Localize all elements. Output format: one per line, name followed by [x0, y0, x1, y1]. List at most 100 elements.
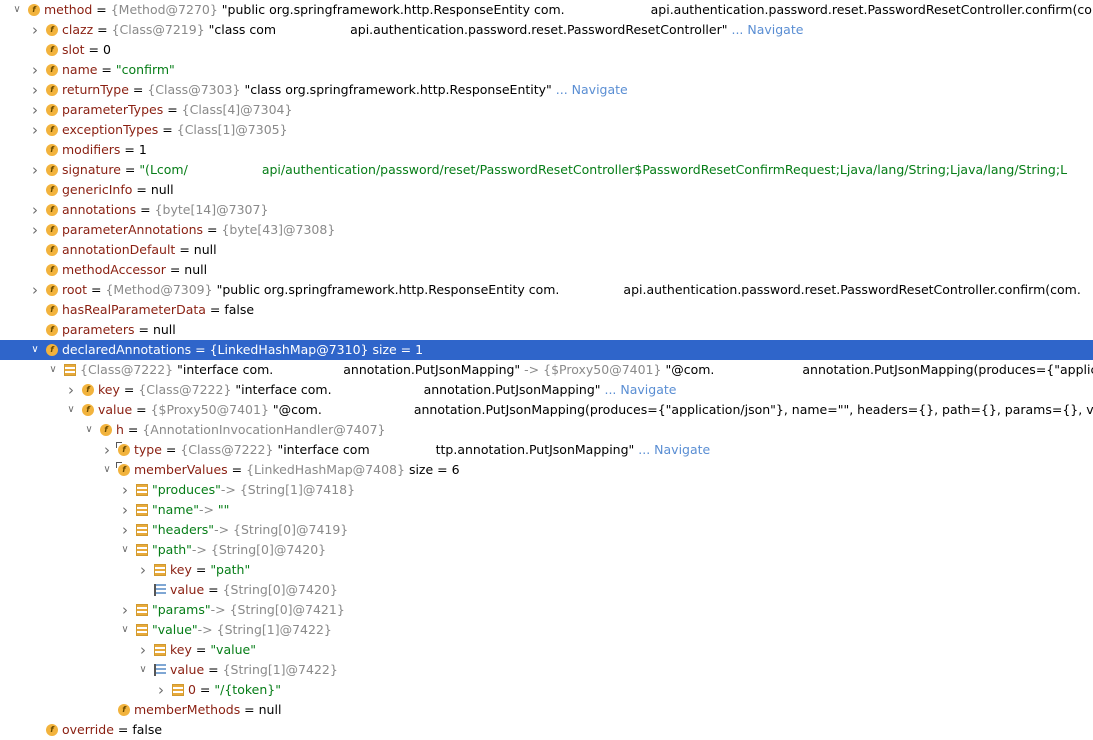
map-entry-icon: [136, 484, 148, 496]
tree-row[interactable]: f methodAccessor = null: [0, 260, 1093, 280]
chevron-right-icon[interactable]: ›: [28, 160, 42, 180]
chevron-right-icon[interactable]: ›: [118, 500, 132, 520]
arrow: ->: [198, 502, 214, 517]
chevron-right-icon[interactable]: ›: [28, 120, 42, 140]
chevron-down-icon[interactable]: ∨: [46, 360, 60, 380]
var-name: annotationDefault: [62, 242, 176, 257]
var-name: key: [170, 562, 192, 577]
redacted: [369, 440, 436, 460]
chevron-right-icon[interactable]: ›: [28, 100, 42, 120]
tree-row[interactable]: › f returnType = {Class@7303} "class org.s…: [0, 80, 1093, 100]
chevron-right-icon[interactable]: ›: [100, 440, 114, 460]
tree-row[interactable]: › f type = {Class@7222} "interface com ttp…: [0, 440, 1093, 460]
tree-row[interactable]: ∨ "path"-> {String[0]@7420}: [0, 540, 1093, 560]
chevron-down-icon[interactable]: ∨: [100, 460, 114, 480]
tree-row[interactable]: › f name = "confirm": [0, 60, 1093, 80]
tree-row[interactable]: f modifiers = 1: [0, 140, 1093, 160]
tree-row[interactable]: f parameters = null: [0, 320, 1093, 340]
chevron-down-icon[interactable]: ∨: [10, 0, 24, 20]
field-icon: f: [46, 264, 58, 276]
tree-row[interactable]: › f parameterTypes = {Class[4]@7304}: [0, 100, 1093, 120]
chevron-down-icon[interactable]: ∨: [64, 400, 78, 420]
chevron-down-icon[interactable]: ∨: [136, 660, 150, 680]
var-name: memberMethods: [134, 702, 241, 717]
size-label: size = 6: [408, 462, 460, 477]
tree-row[interactable]: › "params"-> {String[0]@7421}: [0, 600, 1093, 620]
tree-row[interactable]: › f key = {Class@7222} "interface com. ann…: [0, 380, 1093, 400]
tree-row[interactable]: f annotationDefault = null: [0, 240, 1093, 260]
field-icon: f: [28, 4, 40, 16]
tree-row[interactable]: › f annotations = {byte[14]@7307}: [0, 200, 1093, 220]
arrow: ->: [214, 522, 230, 537]
chevron-right-icon[interactable]: ›: [28, 80, 42, 100]
chevron-right-icon[interactable]: ›: [118, 520, 132, 540]
tree-row[interactable]: › f clazz = {Class@7219} "class com api.au…: [0, 20, 1093, 40]
navigate-link[interactable]: ... Navigate: [604, 382, 676, 397]
var-value: api.authentication.password.reset.Passwo…: [623, 282, 1081, 297]
var-value: "public org.springframework.http.Respons…: [221, 2, 565, 17]
field-icon: f: [46, 184, 58, 196]
chevron-right-icon[interactable]: ›: [28, 60, 42, 80]
tree-row[interactable]: f slot = 0: [0, 40, 1093, 60]
chevron-right-icon[interactable]: ›: [118, 600, 132, 620]
tree-row[interactable]: › f signature = "(Lcom/ api/authentication…: [0, 160, 1093, 180]
tree-row[interactable]: ∨ f memberValues = {LinkedHashMap@7408} si…: [0, 460, 1093, 480]
tree-row[interactable]: › f exceptionTypes = {Class[1]@7305}: [0, 120, 1093, 140]
var-ref: {LinkedHashMap@7310}: [209, 342, 369, 357]
navigate-link[interactable]: ... Navigate: [731, 22, 803, 37]
var-ref: {String[1]@7422}: [222, 662, 338, 677]
navigate-link[interactable]: ... Navigate: [638, 442, 710, 457]
tree-row[interactable]: ∨ f h = {AnnotationInvocationHandler@7407}: [0, 420, 1093, 440]
tree-row[interactable]: ∨ "value"-> {String[1]@7422}: [0, 620, 1093, 640]
chevron-right-icon[interactable]: ›: [28, 20, 42, 40]
tree-row[interactable]: f genericInfo = null: [0, 180, 1093, 200]
var-value: "@com.: [272, 402, 322, 417]
field-icon: f: [46, 44, 58, 56]
chevron-right-icon[interactable]: ›: [154, 680, 168, 700]
tree-row[interactable]: ∨ value = {String[1]@7422}: [0, 660, 1093, 680]
tree-row[interactable]: › f root = {Method@7309} "public org.sprin…: [0, 280, 1093, 300]
tree-row[interactable]: › f parameterAnnotations = {byte[43]@7308}: [0, 220, 1093, 240]
tree-row[interactable]: › "headers"-> {String[0]@7419}: [0, 520, 1093, 540]
debugger-variables-tree[interactable]: ∨ f method = {Method@7270} "public org.spr…: [0, 0, 1093, 740]
equals-sign: =: [93, 22, 112, 37]
chevron-right-icon[interactable]: ›: [136, 640, 150, 660]
chevron-down-icon[interactable]: ∨: [82, 420, 96, 440]
chevron-right-icon[interactable]: ›: [28, 200, 42, 220]
tree-row[interactable]: ∨ f value = {$Proxy50@7401} "@com. annotat…: [0, 400, 1093, 420]
chevron-down-icon[interactable]: ∨: [28, 340, 42, 360]
chevron-down-icon[interactable]: ∨: [118, 620, 132, 640]
tree-row[interactable]: ∨ f method = {Method@7270} "public org.spr…: [0, 0, 1093, 20]
chevron-right-icon[interactable]: ›: [28, 280, 42, 300]
equals-sign: =: [123, 422, 143, 437]
chevron-right-icon[interactable]: ›: [118, 480, 132, 500]
field-icon: f: [46, 164, 58, 176]
equals-sign: =: [227, 462, 247, 477]
chevron-right-icon[interactable]: ›: [136, 560, 150, 580]
tree-row[interactable]: f memberMethods = null: [0, 700, 1093, 720]
var-value: annotation.PutJsonMapping": [343, 362, 521, 377]
chevron-right-icon[interactable]: ›: [28, 220, 42, 240]
tree-row[interactable]: ∨ {Class@7222} "interface com. annotation…: [0, 360, 1093, 380]
tree-row[interactable]: f hasRealParameterData = false: [0, 300, 1093, 320]
tree-row[interactable]: › "name"-> "": [0, 500, 1093, 520]
map-entry-icon: [64, 364, 76, 376]
navigate-link[interactable]: ... Navigate: [556, 82, 628, 97]
var-name: h: [116, 422, 124, 437]
chevron-right-icon[interactable]: ›: [64, 380, 78, 400]
var-ref: {Class@7222}: [138, 382, 232, 397]
tree-row[interactable]: › key = "value": [0, 640, 1093, 660]
tree-row[interactable]: › "produces"-> {String[1]@7418}: [0, 480, 1093, 500]
tree-row[interactable]: ∨ f declaredAnnotations = {LinkedHashMap@7…: [0, 340, 1093, 360]
var-name: override: [62, 722, 114, 737]
tree-row[interactable]: f override = false: [0, 720, 1093, 740]
field-icon: f: [46, 104, 58, 116]
equals-sign: =: [87, 282, 106, 297]
map-entry-icon: [172, 684, 184, 696]
chevron-down-icon[interactable]: ∨: [118, 540, 132, 560]
tree-row[interactable]: › key = "path": [0, 560, 1093, 580]
tree-row[interactable]: › 0 = "/{token}": [0, 680, 1093, 700]
tree-row[interactable]: value = {String[0]@7420}: [0, 580, 1093, 600]
field-icon: f: [46, 344, 58, 356]
field-icon: f: [46, 84, 58, 96]
